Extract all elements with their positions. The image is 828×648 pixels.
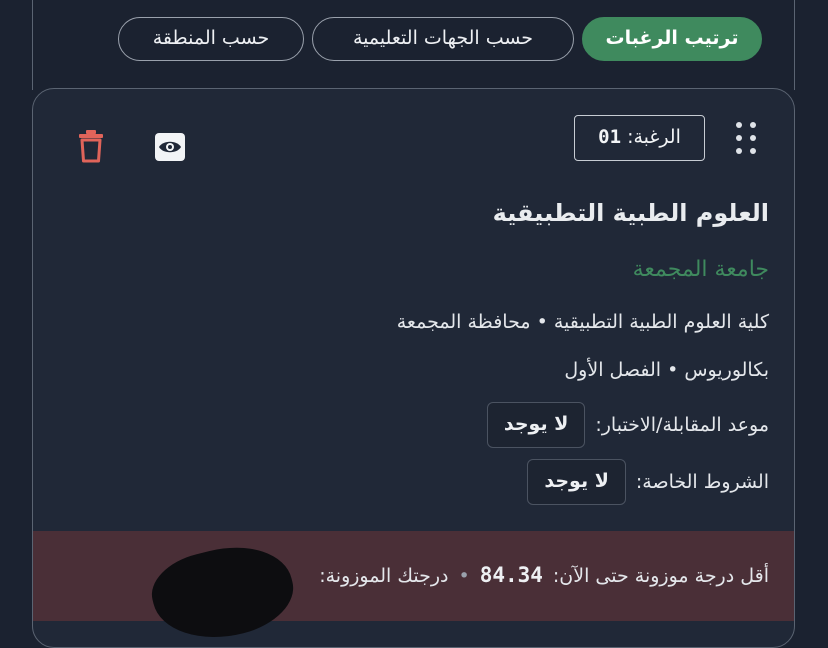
interview-value: لا يوجد — [486, 402, 586, 448]
score-row: أقل درجة موزونة حتى الآن: 84.34 • درجتك … — [319, 563, 769, 587]
preference-label: الرغبة: — [627, 126, 681, 148]
college-location: كلية العلوم الطبية التطبيقية • محافظة ال… — [396, 311, 769, 333]
tab-by-institution[interactable]: حسب الجهات التعليمية — [312, 17, 574, 61]
trash-icon[interactable] — [77, 129, 105, 163]
preference-card: الرغبة: 01 العلوم الطبية التطبيقية جامعة… — [32, 88, 795, 648]
score-panel: أقل درجة موزونة حتى الآن: 84.34 • درجتك … — [33, 531, 794, 647]
drag-handle-icon[interactable] — [733, 120, 761, 156]
filter-tabs: ترتيب الرغبات حسب الجهات التعليمية حسب ا… — [0, 17, 828, 65]
preference-number-badge: الرغبة: 01 — [574, 115, 705, 161]
interview-label: موعد المقابلة/الاختبار: — [595, 414, 769, 436]
your-score-label: درجتك الموزونة: — [319, 565, 449, 587]
degree-semester: بكالوريوس • الفصل الأول — [564, 359, 769, 381]
program-title: العلوم الطبية التطبيقية — [492, 199, 769, 227]
special-conditions-value: لا يوجد — [527, 459, 626, 505]
special-conditions-label: الشروط الخاصة: — [635, 471, 769, 493]
eye-icon[interactable] — [154, 132, 186, 162]
tab-by-region[interactable]: حسب المنطقة — [118, 17, 304, 61]
separator-dot: • — [458, 565, 470, 587]
interview-row: موعد المقابلة/الاختبار: لا يوجد — [486, 402, 769, 448]
min-score-label: أقل درجة موزونة حتى الآن: — [552, 565, 769, 587]
min-score-value: 84.34 — [479, 563, 543, 587]
university-name[interactable]: جامعة المجمعة — [633, 257, 769, 282]
preference-number: 01 — [598, 126, 622, 148]
tab-preference-order[interactable]: ترتيب الرغبات — [582, 17, 762, 61]
special-conditions-row: الشروط الخاصة: لا يوجد — [527, 459, 769, 505]
